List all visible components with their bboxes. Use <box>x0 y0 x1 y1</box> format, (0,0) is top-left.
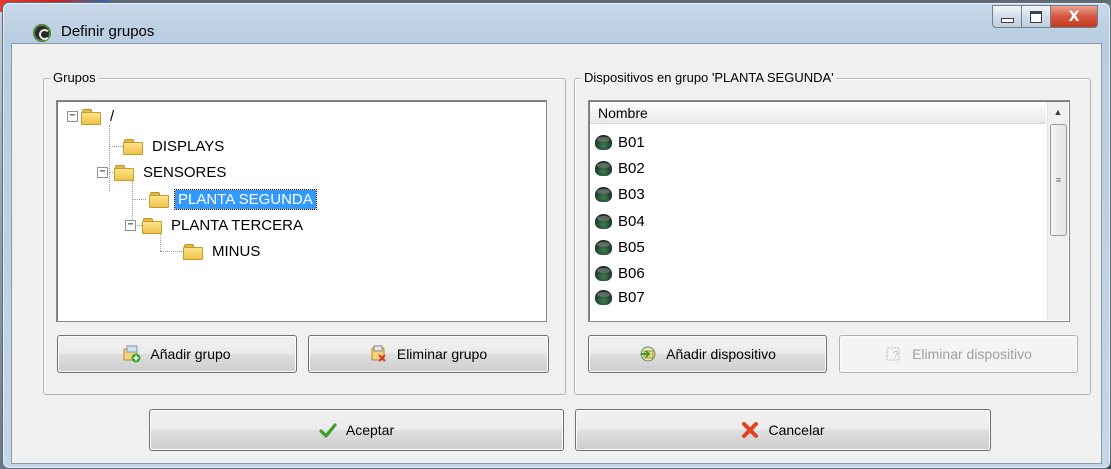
maximize-icon <box>1030 10 1042 23</box>
cancel-button[interactable]: Cancelar <box>575 409 991 451</box>
sensor-icon <box>595 160 612 176</box>
device-name: B03 <box>618 185 645 203</box>
folder-icon <box>81 108 101 125</box>
delete-folder-icon <box>370 345 388 363</box>
tree-connector <box>109 146 123 147</box>
tree-connector <box>132 199 146 200</box>
add-folder-icon <box>123 345 141 363</box>
delete-group-button[interactable]: Eliminar grupo <box>308 335 549 373</box>
tree-node[interactable]: − / <box>67 105 117 127</box>
scroll-up-icon[interactable]: ▲ <box>1048 102 1068 122</box>
device-name: B04 <box>618 212 645 230</box>
dialog-window: Definir grupos X Grupos − / DISPLAYS − S… <box>2 2 1111 469</box>
folder-icon <box>142 217 162 234</box>
device-name: B07 <box>618 288 645 306</box>
tree-node-label: PLANTA TERCERA <box>171 216 303 234</box>
folder-icon <box>149 191 169 208</box>
cancel-x-icon <box>741 421 759 439</box>
tree-node[interactable]: MINUS <box>183 240 263 262</box>
tree-node[interactable]: − SENSORES <box>97 161 229 183</box>
groups-legend: Grupos <box>50 70 99 85</box>
sensor-icon <box>595 265 612 281</box>
accept-label: Aceptar <box>345 422 395 438</box>
delete-device-button[interactable]: ? Eliminar dispositivo <box>839 335 1078 373</box>
delete-group-label: Eliminar grupo <box>396 346 488 362</box>
collapse-icon[interactable]: − <box>97 166 108 178</box>
list-item[interactable]: B03 <box>595 181 645 207</box>
devices-groupbox: Dispositivos en grupo 'PLANTA SEGUNDA' N… <box>574 70 1091 395</box>
list-item[interactable]: B07 <box>595 287 645 307</box>
list-item[interactable]: B01 <box>595 129 645 155</box>
window-controls: X <box>992 5 1098 28</box>
add-device-label: Añadir dispositivo <box>666 346 776 362</box>
dialog-body: Grupos − / DISPLAYS − SENSORES PLANTA SE… <box>11 43 1102 464</box>
sensor-icon <box>595 213 612 229</box>
devices-legend: Dispositivos en grupo 'PLANTA SEGUNDA' <box>581 70 837 85</box>
maximize-button[interactable] <box>1022 5 1051 28</box>
window-title: Definir grupos <box>61 23 155 40</box>
device-name: B02 <box>618 159 645 177</box>
folder-icon <box>114 164 134 181</box>
groups-groupbox: Grupos − / DISPLAYS − SENSORES PLANTA SE… <box>43 70 566 395</box>
tree-node[interactable]: DISPLAYS <box>123 135 227 157</box>
add-device-icon <box>639 345 657 363</box>
minimize-icon <box>1000 18 1014 23</box>
device-name: B05 <box>618 238 645 256</box>
tree-node-label: DISPLAYS <box>152 137 225 155</box>
sensor-icon <box>595 239 612 255</box>
tree-node-label: / <box>110 107 115 125</box>
delete-device-label: Eliminar dispositivo <box>912 346 1032 362</box>
delete-device-icon: ? <box>885 345 903 363</box>
tree-connector <box>160 251 182 252</box>
collapse-icon[interactable]: − <box>125 219 136 231</box>
vertical-scrollbar[interactable]: ▲ ≡ <box>1047 102 1068 320</box>
sensor-icon <box>595 186 612 202</box>
folder-icon <box>123 138 143 155</box>
scroll-thumb[interactable]: ≡ <box>1050 124 1067 236</box>
device-name: B01 <box>618 133 645 151</box>
device-name: B06 <box>618 264 645 282</box>
folder-icon <box>183 243 203 260</box>
list-item[interactable]: B04 <box>595 208 645 234</box>
list-item[interactable]: B05 <box>595 234 645 260</box>
tree-node-selected[interactable]: PLANTA SEGUNDA <box>149 188 317 210</box>
list-item[interactable]: B02 <box>595 155 645 181</box>
tree-node-label: PLANTA SEGUNDA <box>174 188 317 210</box>
svg-text:?: ? <box>893 350 899 361</box>
list-item[interactable]: B06 <box>595 260 645 286</box>
add-group-button[interactable]: Añadir grupo <box>57 335 297 373</box>
checkmark-icon <box>319 421 337 439</box>
sensor-icon <box>595 289 612 305</box>
tree-node-label: SENSORES <box>143 163 227 181</box>
column-header-name[interactable]: Nombre <box>590 102 1046 124</box>
app-icon <box>33 24 51 42</box>
close-icon: X <box>1068 8 1080 25</box>
cancel-label: Cancelar <box>768 422 825 438</box>
sensor-icon <box>595 134 612 150</box>
accept-button[interactable]: Aceptar <box>149 409 564 451</box>
tree-node-label: MINUS <box>212 242 261 260</box>
devices-list[interactable]: Nombre B01 B02 B03 B04 B05 B06 B07 ▲ ≡ <box>588 100 1070 322</box>
groups-tree[interactable]: − / DISPLAYS − SENSORES PLANTA SEGUNDA −… <box>56 100 547 322</box>
title-bar[interactable]: Definir grupos X <box>3 3 1110 42</box>
collapse-icon[interactable]: − <box>67 110 78 122</box>
add-group-label: Añadir grupo <box>150 346 231 362</box>
close-button[interactable]: X <box>1051 5 1098 28</box>
add-device-button[interactable]: Añadir dispositivo <box>588 335 827 373</box>
tree-node[interactable]: − PLANTA TERCERA <box>125 214 306 236</box>
minimize-button[interactable] <box>992 5 1022 28</box>
grip-icon: ≡ <box>1055 175 1062 185</box>
